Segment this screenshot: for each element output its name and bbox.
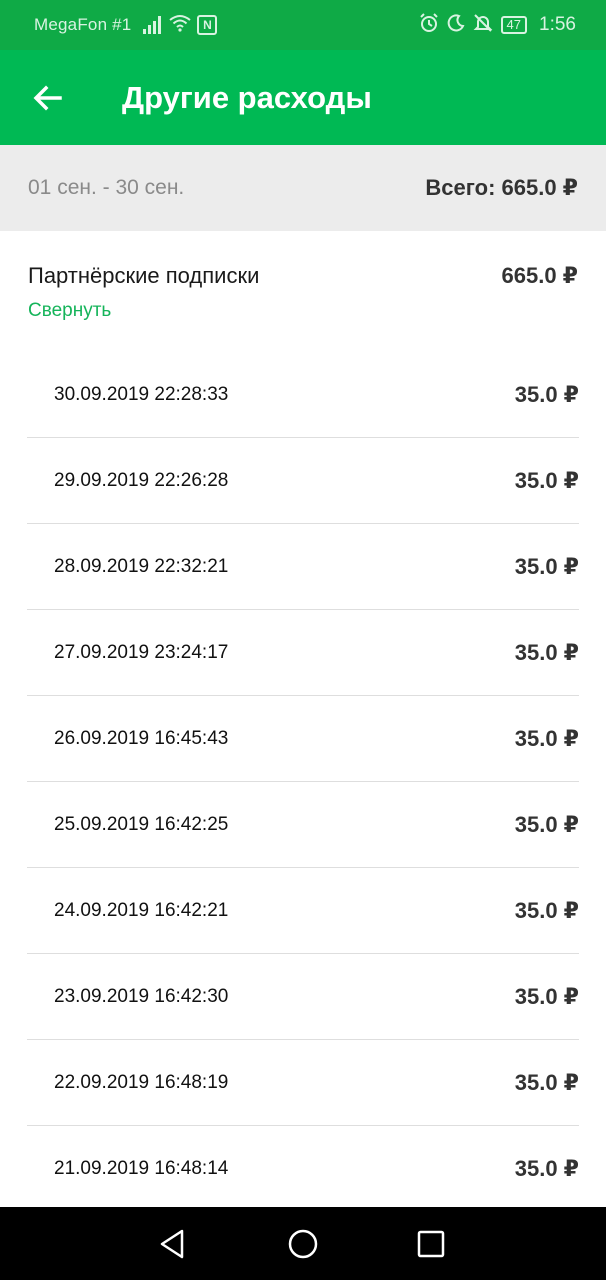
back-triangle-icon[interactable] <box>156 1227 190 1261</box>
transaction-amount: 35.0 ₽ <box>514 725 579 751</box>
transaction-amount: 35.0 ₽ <box>514 1156 579 1181</box>
transaction-datetime: 29.09.2019 22:26:28 <box>54 469 229 491</box>
transaction-amount: 35.0 ₽ <box>514 811 579 837</box>
group-sum: 665.0 ₽ <box>501 263 578 288</box>
battery-icon: 47 <box>500 16 528 34</box>
transaction-datetime: 25.09.2019 16:42:25 <box>54 813 229 835</box>
list-item[interactable]: 27.09.2019 23:24:17 35.0 ₽ <box>27 610 579 696</box>
transaction-amount: 35.0 ₽ <box>514 381 579 407</box>
transaction-list: 30.09.2019 22:28:33 35.0 ₽ 29.09.2019 22:… <box>27 352 579 1212</box>
list-item[interactable]: 21.09.2019 16:48:14 35.0 ₽ <box>27 1126 579 1212</box>
collapse-link[interactable]: Свернуть <box>28 300 111 322</box>
transaction-datetime: 30.09.2019 22:28:33 <box>54 383 229 405</box>
alarm-icon <box>419 12 439 38</box>
list-item[interactable]: 22.09.2019 16:48:19 35.0 ₽ <box>27 1040 579 1126</box>
page-title: Другие расходы <box>122 80 372 115</box>
transaction-datetime: 22.09.2019 16:48:19 <box>54 1071 229 1093</box>
list-item[interactable]: 29.09.2019 22:26:28 35.0 ₽ <box>27 438 579 524</box>
transaction-datetime: 28.09.2019 22:32:21 <box>54 555 229 577</box>
transaction-datetime: 21.09.2019 16:48:14 <box>54 1158 229 1179</box>
recents-square-icon[interactable] <box>414 1227 448 1261</box>
system-nav-bar <box>0 1207 606 1280</box>
transaction-amount: 35.0 ₽ <box>514 983 579 1009</box>
clock-time: 1:56 <box>539 14 576 35</box>
date-range: 01 сен. - 30 сен. <box>28 176 185 199</box>
arrow-left-icon[interactable] <box>30 80 66 116</box>
list-item[interactable]: 25.09.2019 16:42:25 35.0 ₽ <box>27 782 579 868</box>
home-circle-icon[interactable] <box>286 1227 320 1261</box>
nfc-icon: N <box>197 15 218 35</box>
transaction-datetime: 27.09.2019 23:24:17 <box>54 641 229 663</box>
bell-off-icon <box>473 13 493 38</box>
moon-icon <box>447 13 465 37</box>
group-header: Партнёрские подписки 665.0 ₽ <box>28 263 578 289</box>
list-item[interactable]: 30.09.2019 22:28:33 35.0 ₽ <box>27 352 579 438</box>
app-bar: Другие расходы <box>0 50 606 145</box>
status-bar: MegaFon #1 N 47 1:56 <box>0 0 606 50</box>
period-summary: 01 сен. - 30 сен. Всего: 665.0 ₽ <box>0 145 606 231</box>
list-item[interactable]: 24.09.2019 16:42:21 35.0 ₽ <box>27 868 579 954</box>
status-right-group: 47 1:56 <box>419 12 576 38</box>
transaction-amount: 35.0 ₽ <box>514 897 579 923</box>
list-item[interactable]: 26.09.2019 16:45:43 35.0 ₽ <box>27 696 579 782</box>
wifi-icon <box>169 14 192 37</box>
total-amount: Всего: 665.0 ₽ <box>425 175 578 200</box>
group-name: Партнёрские подписки <box>28 263 260 288</box>
list-item[interactable]: 28.09.2019 22:32:21 35.0 ₽ <box>27 524 579 610</box>
transaction-amount: 35.0 ₽ <box>514 1069 579 1095</box>
carrier-name: MegaFon #1 <box>34 15 132 34</box>
signal-icon <box>143 16 162 34</box>
transaction-amount: 35.0 ₽ <box>514 553 579 579</box>
transaction-datetime: 23.09.2019 16:42:30 <box>54 985 229 1007</box>
transaction-datetime: 26.09.2019 16:45:43 <box>54 727 229 749</box>
list-item[interactable]: 23.09.2019 16:42:30 35.0 ₽ <box>27 954 579 1040</box>
transaction-datetime: 24.09.2019 16:42:21 <box>54 899 229 921</box>
transaction-amount: 35.0 ₽ <box>514 467 579 493</box>
transaction-amount: 35.0 ₽ <box>514 639 579 665</box>
